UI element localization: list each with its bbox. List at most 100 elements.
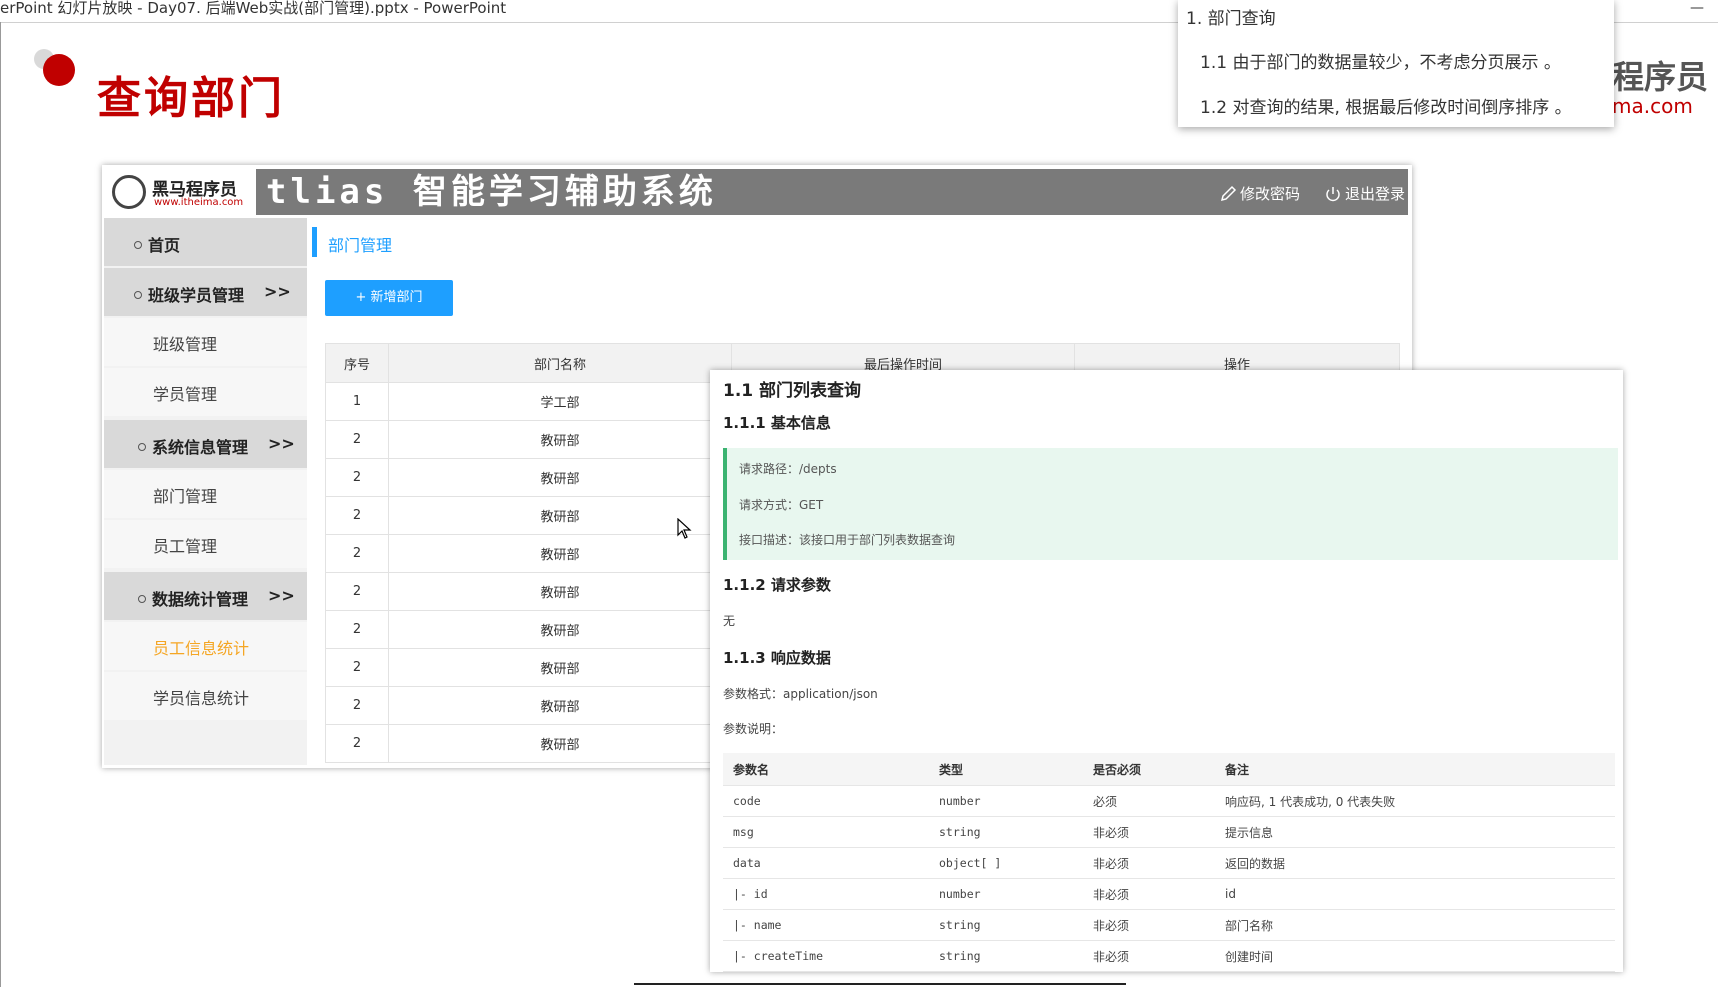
sidebar-item-label: 首页 (148, 236, 181, 255)
expand-arrow-icon: >> (268, 586, 295, 605)
param-format: 参数格式：application/json (723, 687, 878, 701)
sidebar-item-dept-mgmt[interactable]: 部门管理 (104, 470, 307, 518)
cell-type: object[ ] (929, 847, 1083, 879)
cell-name: 教研部 (388, 724, 732, 763)
title-bullet-red-dot (43, 54, 75, 86)
note-line-2: 1.1 由于部门的数据量较少，不考虑分页展示 。 (1200, 53, 1561, 73)
expand-arrow-icon: >> (264, 282, 291, 301)
cell-type: string (929, 816, 1083, 848)
minimize-button[interactable]: — (1690, 0, 1704, 16)
cell-index: 2 (325, 686, 389, 725)
cell-name: 教研部 (388, 420, 732, 459)
breadcrumb: 部门管理 (328, 236, 393, 255)
logout-label: 退出登录 (1345, 185, 1406, 203)
request-description: 接口描述：该接口用于部门列表数据查询 (739, 533, 956, 547)
pencil-icon (1220, 185, 1237, 201)
power-icon (1326, 186, 1340, 201)
sidebar-item-label: 班级管理 (153, 335, 218, 354)
cell-index: 2 (325, 420, 389, 459)
cell-name: 教研部 (388, 648, 732, 687)
app-logo: 黑马程序员 www.itheima.com (106, 169, 256, 215)
slide-progress-bar (634, 983, 1126, 985)
cell-required: 非必须 (1083, 909, 1215, 941)
cell-name: 教研部 (388, 534, 732, 573)
logout-button[interactable]: 退出登录 (1324, 183, 1405, 204)
circle-bullet-icon (138, 442, 146, 451)
notes-popup: 1. 部门查询 1.1 由于部门的数据量较少，不考虑分页展示 。 1.2 对查询… (1178, 0, 1614, 127)
cell-type: number (929, 878, 1083, 910)
sidebar-item-home[interactable]: 首页 (104, 218, 307, 266)
expand-arrow-icon: >> (268, 434, 295, 453)
col-header-name: 部门名称 (388, 343, 732, 383)
cell-name: 学工部 (388, 382, 732, 421)
sidebar-item-student-mgmt[interactable]: 学员管理 (104, 368, 307, 416)
col-header-index: 序号 (325, 343, 389, 383)
sidebar: 首页 班级学员管理 >> 班级管理 学员管理 系统信息管理 >> 部门管理 员工… (104, 218, 307, 765)
breadcrumb-accent-bar (312, 227, 317, 257)
logo-url: www.itheima.com (154, 197, 244, 208)
cell-param-name: |- id (723, 878, 929, 910)
cell-param-name: |- name (723, 909, 929, 941)
slide-title: 查询部门 (97, 73, 285, 124)
request-params-heading: 1.1.2 请求参数 (723, 576, 831, 594)
cell-remark: 返回的数据 (1215, 847, 1615, 879)
param-description-label: 参数说明： (723, 722, 784, 736)
sidebar-group-system[interactable]: 系统信息管理 >> (104, 420, 307, 468)
request-params-none: 无 (723, 614, 736, 628)
basic-info-heading: 1.1.1 基本信息 (723, 414, 831, 432)
cell-required: 非必须 (1083, 940, 1215, 972)
sidebar-item-student-stats[interactable]: 学员信息统计 (104, 672, 307, 720)
table-row: |- createTime string 非必须 创建时间 (723, 940, 1615, 972)
cell-required: 非必须 (1083, 816, 1215, 848)
cell-index: 2 (325, 496, 389, 535)
cell-index: 2 (325, 534, 389, 573)
sidebar-item-label: 员工信息统计 (153, 639, 250, 658)
cell-required: 非必须 (1083, 847, 1215, 879)
cell-index: 2 (325, 648, 389, 687)
note-line-1: 1. 部门查询 (1186, 9, 1276, 29)
cell-required: 非必须 (1083, 878, 1215, 910)
sidebar-item-label: 班级学员管理 (148, 286, 245, 305)
sidebar-group-stats[interactable]: 数据统计管理 >> (104, 572, 307, 620)
table-row: data object[ ] 非必须 返回的数据 (723, 847, 1615, 879)
api-doc-panel: 1.1 部门列表查询 1.1.1 基本信息 请求路径：/depts 请求方式：G… (710, 370, 1623, 972)
circle-bullet-icon (134, 290, 142, 299)
add-department-button[interactable]: + 新增部门 (325, 280, 453, 316)
cell-type: string (929, 940, 1083, 972)
sidebar-item-class-mgmt[interactable]: 班级管理 (104, 318, 307, 366)
sidebar-item-label: 学员信息统计 (153, 689, 250, 708)
cell-param-name: |- createTime (723, 940, 929, 972)
response-param-table: 参数名 类型 是否必须 备注 code number 必须 响应码, 1 代表成功, … (723, 753, 1615, 972)
request-method: 请求方式：GET (739, 498, 824, 512)
circle-bullet-icon (138, 594, 146, 603)
cell-param-name: msg (723, 816, 929, 848)
cell-type: number (929, 785, 1083, 817)
sidebar-item-label: 系统信息管理 (152, 438, 249, 457)
cell-remark: 提示信息 (1215, 816, 1615, 848)
change-password-label: 修改密码 (1240, 185, 1301, 203)
sidebar-item-label: 员工管理 (153, 537, 218, 556)
sidebar-item-emp-mgmt[interactable]: 员工管理 (104, 520, 307, 568)
change-password-button[interactable]: 修改密码 (1219, 183, 1300, 204)
response-data-heading: 1.1.3 响应数据 (723, 649, 831, 667)
cell-index: 1 (325, 382, 389, 421)
table-row: msg string 非必须 提示信息 (723, 816, 1615, 848)
sidebar-item-label: 数据统计管理 (152, 590, 249, 609)
logo-horse-icon (112, 175, 146, 209)
sidebar-item-emp-stats[interactable]: 员工信息统计 (104, 622, 307, 670)
table-row: |- name string 非必须 部门名称 (723, 909, 1615, 941)
table-row: code number 必须 响应码, 1 代表成功, 0 代表失败 (723, 785, 1615, 817)
request-path: 请求路径：/depts (739, 462, 837, 476)
brand-logo-url: ma.com (1612, 94, 1693, 118)
window-left-edge (0, 22, 1, 987)
cell-index: 2 (325, 724, 389, 763)
cell-name: 教研部 (388, 572, 732, 611)
sidebar-group-class[interactable]: 班级学员管理 >> (104, 268, 307, 316)
cell-name: 教研部 (388, 610, 732, 649)
cell-remark: 创建时间 (1215, 940, 1615, 972)
sidebar-item-label: 部门管理 (153, 487, 218, 506)
brand-logo-text: 程序员 (1612, 58, 1709, 96)
cell-remark: 响应码, 1 代表成功, 0 代表失败 (1215, 785, 1615, 817)
system-title: tlias 智能学习辅助系统 (266, 172, 717, 212)
mouse-cursor-icon (677, 518, 692, 539)
